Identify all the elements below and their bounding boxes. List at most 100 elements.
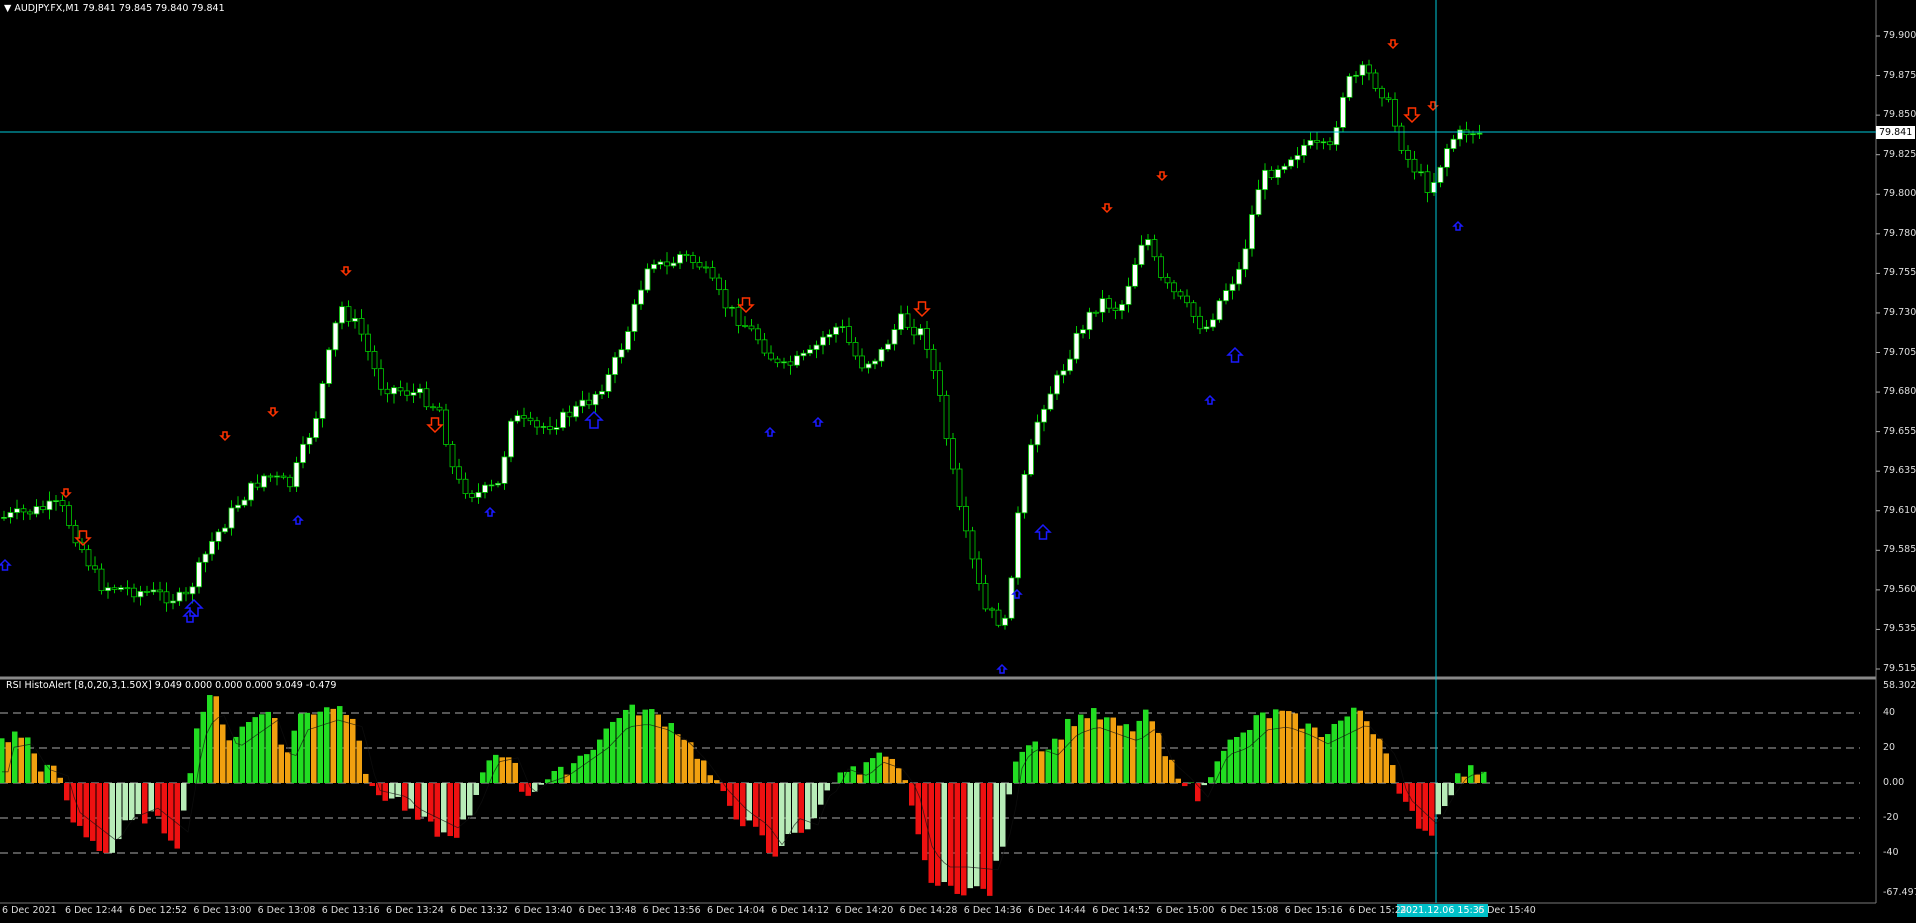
rsi-histogram-bar <box>779 783 785 846</box>
rsi-histogram-bar <box>1351 707 1357 783</box>
candle-body <box>14 508 20 513</box>
candle-body <box>794 355 800 366</box>
rsi-histogram-bar <box>181 783 187 811</box>
rsi-histogram-bar <box>473 783 479 795</box>
rsi-histogram-bar <box>1182 783 1188 787</box>
candle-body <box>1275 169 1281 178</box>
down-arrow-icon <box>1156 171 1168 182</box>
candle-body <box>761 339 768 354</box>
time-tick-label: 6 Dec 13:56 <box>642 905 701 916</box>
rsi-histogram-bar <box>974 783 980 887</box>
candle-body <box>1301 144 1307 156</box>
candle-body <box>1418 171 1424 174</box>
rsi-histogram-bar <box>519 783 525 792</box>
candle-body <box>1262 169 1268 191</box>
rsi-histogram-bar <box>18 737 24 783</box>
rsi-histogram-bar <box>64 783 70 801</box>
candle-body <box>1125 285 1132 305</box>
rsi-histogram-bar <box>155 783 161 816</box>
candle-body <box>664 261 670 267</box>
rsi-histogram-bar <box>291 730 297 783</box>
candle-body <box>1112 307 1119 312</box>
up-arrow-icon <box>1204 394 1216 405</box>
rsi-histogram-bar <box>1331 723 1337 783</box>
rsi-histogram-bar <box>961 783 967 896</box>
candle-body <box>833 326 839 335</box>
rsi-histogram-bar <box>44 764 50 783</box>
rsi-histogram-bar <box>1455 773 1461 783</box>
up-arrow-icon <box>1034 523 1052 540</box>
price-tick-label: 79.635 <box>1883 465 1916 477</box>
current-price-tag: 79.841 <box>1876 126 1916 139</box>
chart-canvas[interactable] <box>0 0 1916 923</box>
candle-body <box>92 565 98 570</box>
rsi-histogram-bar <box>954 783 960 894</box>
chart-window[interactable]: ▼ AUDJPY.FX,M1 79.841 79.845 79.840 79.8… <box>0 0 1916 923</box>
candle-body <box>1047 393 1054 410</box>
candle-body <box>930 348 937 372</box>
candle-body <box>820 336 826 346</box>
candle-body <box>592 393 599 406</box>
candle-body <box>670 262 677 267</box>
candle-body <box>215 531 222 542</box>
rsi-histogram-bar <box>90 783 96 841</box>
price-tick-label: 79.730 <box>1883 306 1916 318</box>
rsi-histogram-bar <box>1234 736 1240 783</box>
candle-body <box>735 306 742 326</box>
up-arrow-icon <box>1226 346 1244 363</box>
rsi-histogram-bar <box>57 777 63 783</box>
rsi-histogram-bar <box>694 758 700 783</box>
rsi-histogram-bar <box>408 783 414 809</box>
candle-body <box>690 255 696 263</box>
candle-body <box>553 427 560 430</box>
rsi-histogram-bar <box>174 783 180 849</box>
candle-body <box>235 504 241 509</box>
candle-body <box>482 484 488 493</box>
rsi-histogram-bar <box>655 714 661 783</box>
rsi-histogram-bar <box>298 713 304 783</box>
time-tick-label: 6 Dec 15:00 <box>1156 905 1215 916</box>
rsi-histogram-bar <box>688 742 694 783</box>
up-arrow-icon <box>292 514 304 525</box>
down-arrow-icon <box>60 488 72 499</box>
rsi-histogram-bar <box>103 783 109 853</box>
candle-body <box>248 482 254 501</box>
indicator-tick-label: 0.00 <box>1883 777 1905 788</box>
rsi-histogram-bar <box>109 783 115 853</box>
candle-body <box>1333 127 1340 146</box>
rsi-histogram-bar <box>1435 783 1441 815</box>
candle-body <box>1307 140 1314 146</box>
time-tick-label: 6 Dec 12:52 <box>129 905 188 916</box>
rsi-histogram-bar <box>330 708 336 783</box>
candle-body <box>1145 239 1151 246</box>
rsi-histogram-bar <box>1429 783 1435 836</box>
rsi-histogram-bar <box>558 766 564 783</box>
down-arrow-icon <box>1403 107 1421 124</box>
rsi-histogram-bar <box>460 783 466 820</box>
candle-body <box>1021 474 1028 514</box>
price-tick-label: 79.655 <box>1883 425 1916 437</box>
candle-body <box>20 508 27 513</box>
collapse-triangle-icon[interactable]: ▼ <box>4 3 11 14</box>
candle-body <box>456 466 462 480</box>
rsi-histogram-bar <box>1071 726 1077 783</box>
rsi-histogram-bar <box>928 783 934 883</box>
rsi-histogram-bar <box>343 715 349 783</box>
rsi-histogram-bar <box>1357 710 1363 783</box>
candle-body <box>560 411 566 429</box>
rsi-histogram-bar <box>1461 776 1467 783</box>
candle-body <box>774 358 781 364</box>
rsi-histogram-bar <box>135 783 141 815</box>
candle-body <box>1437 166 1444 183</box>
candle-body <box>1008 577 1015 619</box>
candle-body <box>631 303 638 332</box>
rsi-histogram-bar <box>363 773 369 783</box>
up-arrow-icon <box>1452 220 1464 231</box>
rsi-histogram-bar <box>759 783 765 836</box>
candle-body <box>66 505 72 526</box>
candle-body <box>612 356 618 375</box>
time-tick-label: 6 Dec 14:52 <box>1092 905 1151 916</box>
candle-body <box>891 329 898 345</box>
time-tick-label: 6 Dec 13:24 <box>386 905 444 916</box>
candle-body <box>865 363 872 369</box>
